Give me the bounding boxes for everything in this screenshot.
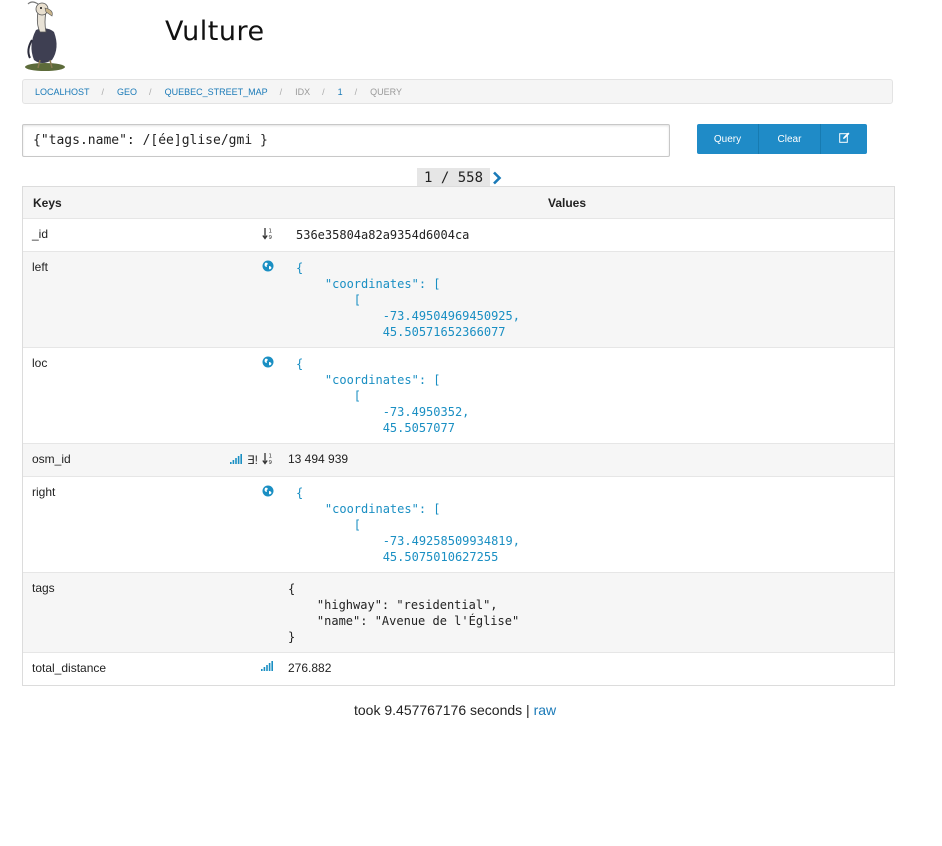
row-value: 13 494 939 [280, 444, 894, 476]
value-text: 276.882 [288, 661, 332, 675]
breadcrumb-separator: / [279, 86, 283, 97]
keys-header: Keys [33, 195, 62, 210]
row-value: { "coordinates": [ [ -73.49504969450925,… [280, 252, 894, 347]
row-key: total_distance [23, 653, 280, 685]
pager-current: 1 [424, 170, 433, 186]
breadcrumb-separator: / [101, 86, 105, 97]
pager-total: 558 [457, 170, 484, 186]
query-button-group: Query Clear [697, 124, 867, 154]
exists-icon[interactable]: ∃! [247, 453, 258, 467]
key-label: loc [32, 356, 48, 370]
table-row: osm_id ∃! 19 13 494 939 [23, 443, 894, 476]
timing-text: took 9.457767176 seconds | [354, 702, 530, 718]
table-row: right { "coordinates": [ [ -73.492585099… [23, 476, 894, 572]
breadcrumb-geo[interactable]: geo [117, 87, 137, 97]
signal-icon[interactable] [261, 661, 274, 674]
key-label: left [32, 260, 49, 274]
breadcrumb-query: query [370, 86, 403, 97]
table-row: _id 19 536e35804a82a9354d6004ca [23, 218, 894, 251]
row-value: 536e35804a82a9354d6004ca [280, 219, 894, 251]
value-text: { "coordinates": [ [ -73.49258509934819,… [296, 486, 520, 564]
timing-footer: took 9.457767176 seconds | raw [354, 702, 556, 718]
sort-numeric-icon[interactable]: 19 [262, 452, 274, 468]
key-label: tags [32, 581, 55, 595]
sort-numeric-icon[interactable]: 19 [262, 227, 274, 243]
globe-icon[interactable] [262, 356, 274, 371]
query-input[interactable] [22, 124, 670, 157]
row-value: { "coordinates": [ [ -73.49258509934819,… [280, 477, 894, 572]
pager: 1 / 558 [417, 168, 506, 187]
key-label: osm_id [32, 452, 71, 466]
row-key: loc [23, 348, 280, 443]
svg-text:9: 9 [269, 235, 273, 240]
edit-icon [838, 132, 850, 146]
raw-link[interactable]: raw [534, 702, 557, 718]
key-label: _id [32, 227, 49, 241]
value-text: { "highway": "residential", "name": "Ave… [288, 582, 520, 644]
svg-text:1: 1 [269, 454, 273, 460]
breadcrumb-separator: / [149, 86, 152, 97]
results-table: Keys Values _id 19 536e35804a82a9354d600… [22, 186, 895, 686]
vulture-logo [22, 0, 68, 72]
breadcrumb-separator: / [354, 86, 358, 97]
row-value: 276.882 [280, 653, 894, 685]
row-value: { "coordinates": [ [ -73.4950352, 45.505… [280, 348, 894, 443]
value-text: { "coordinates": [ [ -73.4950352, 45.505… [296, 357, 470, 435]
table-row: total_distance 276.882 [23, 652, 894, 685]
clear-button[interactable]: Clear [759, 124, 821, 154]
key-label: total_distance [32, 661, 107, 675]
edit-button[interactable] [821, 124, 867, 154]
globe-icon[interactable] [262, 260, 274, 275]
table-row: tags { "highway": "residential", "name":… [23, 572, 894, 652]
row-key: osm_id ∃! 19 [23, 444, 280, 476]
table-header: Keys Values [23, 187, 894, 218]
breadcrumb-1[interactable]: 1 [338, 87, 343, 97]
breadcrumb-localhost[interactable]: localhost [35, 87, 90, 97]
row-key: _id 19 [23, 219, 280, 251]
next-page-icon[interactable] [492, 170, 506, 186]
breadcrumb-idx: idx [295, 86, 311, 97]
values-header: Values [547, 195, 587, 210]
globe-icon[interactable] [262, 485, 274, 500]
signal-icon[interactable] [230, 453, 243, 467]
table-row: loc { "coordinates": [ [ -73.4950352, 45… [23, 347, 894, 443]
app-title: Vulture [165, 16, 265, 47]
table-row: left { "coordinates": [ [ -73.4950496945… [23, 251, 894, 347]
row-value: { "highway": "residential", "name": "Ave… [280, 573, 894, 652]
breadcrumb-separator: / [322, 86, 325, 97]
svg-text:1: 1 [269, 229, 273, 235]
value-text: 536e35804a82a9354d6004ca [296, 228, 470, 242]
svg-text:9: 9 [269, 460, 273, 465]
row-key: right [23, 477, 280, 572]
row-key: tags [23, 573, 280, 652]
breadcrumb: localhost / geo / quebec_street_map / id… [22, 79, 893, 104]
row-key: left [23, 252, 280, 347]
pager-display: 1 / 558 [417, 168, 491, 187]
query-button[interactable]: Query [697, 124, 759, 154]
key-label: right [32, 485, 56, 499]
value-text: { "coordinates": [ [ -73.49504969450925,… [296, 261, 520, 339]
breadcrumb-quebec-street-map[interactable]: quebec_street_map [165, 87, 268, 97]
value-text: 13 494 939 [288, 452, 349, 466]
pager-separator: / [440, 170, 450, 186]
